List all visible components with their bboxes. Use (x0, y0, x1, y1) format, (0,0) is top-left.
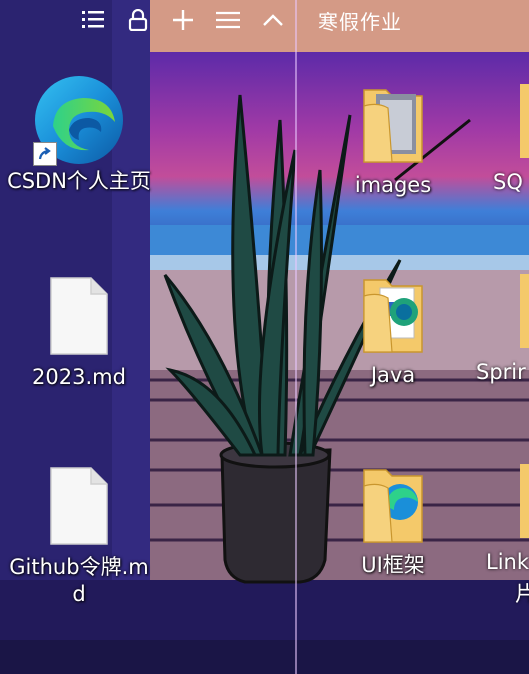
edge-icon (31, 72, 127, 168)
desktop-icon-label[interactable]: SQ (493, 170, 523, 194)
fence-divider (295, 0, 297, 674)
folder-icon (345, 266, 441, 362)
desktop-icon-2023-md[interactable]: 2023.md (4, 268, 154, 391)
folder-icon[interactable] (520, 274, 529, 348)
file-icon (31, 268, 127, 364)
lock-icon[interactable] (124, 6, 152, 34)
plus-icon[interactable] (169, 6, 197, 34)
folder-icon[interactable] (520, 464, 529, 538)
fence-toolbar (70, 0, 295, 40)
folder-icon (345, 76, 441, 172)
desktop-icon-label: images (354, 173, 432, 197)
desktop-icon-label: Java (370, 363, 416, 387)
folder-images[interactable]: images (318, 76, 468, 199)
file-icon (31, 458, 127, 554)
desktop-icon-label: CSDN个人主页 (7, 169, 151, 193)
list-icon[interactable] (79, 6, 107, 34)
folder-ui-framework[interactable]: UI框架 (318, 456, 468, 579)
desktop-icon-label: 2023.md (32, 365, 126, 389)
desktop-icon-csdn[interactable]: CSDN个人主页 (4, 72, 154, 195)
fence-title[interactable]: 寒假作业 (318, 6, 402, 35)
desktop-icon-label: UI框架 (361, 553, 425, 577)
menu-icon[interactable] (214, 6, 242, 34)
desktop-icon-label[interactable]: Sprir (476, 360, 526, 384)
shortcut-arrow-icon (33, 142, 57, 166)
desktop-icon-label: Github令牌.md (9, 555, 149, 606)
chevron-up-icon[interactable] (259, 6, 287, 34)
desktop-icon-label[interactable]: Link (486, 550, 529, 574)
folder-icon[interactable] (520, 84, 529, 158)
folder-java[interactable]: Java (318, 266, 468, 389)
desktop-icon-label[interactable]: 片 (515, 578, 529, 608)
desktop-icon-github-token-md[interactable]: Github令牌.md (4, 458, 154, 608)
folder-icon (345, 456, 441, 552)
